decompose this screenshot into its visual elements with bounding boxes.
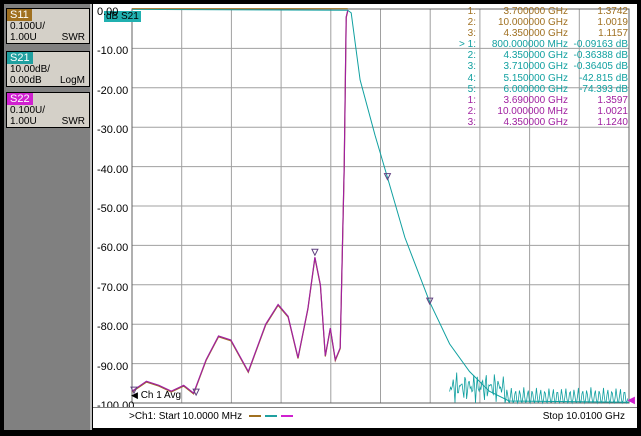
- y-tick-label: -80.00: [97, 321, 129, 334]
- marker-row-s11: 2: 10.000000 GHz 1.0019: [450, 17, 628, 28]
- marker-num: > 1:: [459, 39, 476, 51]
- marker-val: -42.815 dB: [579, 72, 628, 84]
- marker-row-s11: 3: 4.350000 GHz 1.1157: [450, 28, 628, 39]
- trace-box-s11[interactable]: S11 0.100U/ 1.00U SWR: [6, 8, 90, 44]
- trace-s11-line: [131, 11, 349, 395]
- y-tick-label: -30.00: [97, 124, 129, 137]
- trace-name-s21: S21: [7, 52, 33, 64]
- marker-row-s11: 1: 3.700000 GHz 1.3742: [450, 6, 628, 17]
- marker-row-s21: 4: 5.150000 GHz -42.815 dB: [450, 73, 628, 84]
- trace-format-s11: SWR: [61, 32, 85, 43]
- right-edge-marker-icon: ◀: [627, 395, 635, 406]
- y-tick-label: -70.00: [97, 281, 129, 294]
- y-tick-label: -20.00: [97, 84, 129, 97]
- start-freq[interactable]: >Ch1: Start 10.0000 MHz: [129, 411, 293, 422]
- trace-name-s22: S22: [7, 93, 33, 105]
- marker-row-s22: 2: 10.000000 MHz 1.0021: [450, 106, 628, 117]
- trace-s22-line: [131, 10, 349, 395]
- marker-freq: 800.000000 MHz: [491, 39, 568, 51]
- trace-panel: S11 0.100U/ 1.00U SWR S21 10.00dB/ 0.00dB…: [4, 4, 92, 430]
- status-bar: >Ch1: Start 10.0000 MHz Stop 10.0100 GHz: [93, 407, 637, 427]
- marker-num: 5:: [467, 83, 476, 95]
- y-tick-label: -10.00: [97, 45, 129, 58]
- plot-area[interactable]: dB S21 0.00 -10.00 -20.00 -30.00 -40.00 -50.0…: [93, 4, 637, 428]
- trace-format-s22: SWR: [61, 116, 85, 127]
- trace-s21-noise: [449, 372, 628, 405]
- marker-1-icon: [311, 248, 319, 257]
- avg-indicator: ◀ Ch 1 Avg: [131, 390, 181, 401]
- marker-freq: 10.000000 GHz: [497, 17, 568, 29]
- marker-row-s22: 3: 4.350000 GHz 1.1240: [450, 117, 628, 128]
- y-tick-label: -90.00: [97, 360, 129, 373]
- marker-val: 1.3742: [597, 6, 628, 17]
- marker-freq: 4.350000 GHz: [503, 116, 569, 128]
- trace-ref-s11: 1.00U: [10, 32, 37, 43]
- trace-scale-s22: 0.100U/: [10, 105, 46, 116]
- marker-val: 1.0019: [597, 17, 628, 29]
- marker-num: 2:: [467, 105, 476, 117]
- marker-val: -0.36405 dB: [573, 61, 629, 73]
- y-tick-label: -50.00: [97, 203, 129, 215]
- marker-freq: 3.700000 GHz: [503, 6, 569, 17]
- marker-num: 2:: [467, 50, 476, 62]
- analyzer-window: S11 0.100U/ 1.00U SWR S21 10.00dB/ 0.00dB…: [0, 0, 641, 436]
- trace-name-s11: S11: [7, 9, 32, 21]
- marker-num: 3:: [467, 61, 476, 73]
- marker-row-s21: 5: 6.000000 GHz -74.393 dB: [450, 84, 628, 95]
- marker-val: 1.0021: [597, 105, 628, 117]
- marker-freq: 3.710000 GHz: [503, 61, 569, 73]
- marker-freq: 4.350000 GHz: [503, 50, 569, 62]
- marker-freq: 5.150000 GHz: [503, 72, 569, 84]
- marker-num: 1:: [467, 6, 476, 17]
- marker-row-s21: > 1: 800.000000 MHz -0.09163 dB: [450, 39, 628, 50]
- marker-val: 1.1157: [598, 28, 628, 40]
- marker-readout: 1: 3.700000 GHz 1.3742 2: 10.000000 GHz 1.001…: [450, 6, 628, 128]
- trace-ref-s21: 0.00dB: [10, 75, 42, 86]
- marker-val: 1.3597: [597, 94, 628, 106]
- marker-row-s22: 1: 3.690000 GHz 1.3597: [450, 95, 628, 106]
- y-tick-label: 0.00: [97, 6, 119, 18]
- trace-ref-s22: 1.00U: [10, 116, 37, 127]
- marker-num: 4:: [467, 72, 476, 84]
- trace-scale-s21: 10.00dB/: [10, 64, 51, 75]
- trace-format-s21: LogM: [59, 75, 85, 86]
- marker-num: 2:: [467, 17, 476, 29]
- trace-box-s21[interactable]: S21 10.00dB/ 0.00dB LogM: [6, 51, 90, 87]
- trace-legend-icon: [248, 411, 293, 422]
- marker-val: -74.393 dB: [579, 83, 628, 95]
- marker-num: 1:: [467, 94, 476, 106]
- marker-row-s21: 2: 4.350000 GHz -0.36388 dB: [450, 50, 628, 61]
- marker-freq: 4.350000 GHz: [503, 28, 569, 40]
- marker-num: 3:: [467, 28, 476, 40]
- marker-val: 1.1240: [597, 116, 628, 128]
- trace-scale-s11: 0.100U/: [10, 21, 46, 32]
- marker-num: 3:: [467, 116, 476, 128]
- marker-freq: 3.690000 GHz: [503, 94, 569, 106]
- marker-val: -0.09163 dB: [573, 39, 629, 51]
- marker-row-s21: 3: 3.710000 GHz -0.36405 dB: [450, 61, 628, 72]
- y-tick-label: -60.00: [97, 242, 129, 255]
- y-tick-label: -40.00: [97, 163, 129, 176]
- marker-freq: 10.000000 MHz: [497, 105, 568, 117]
- avg-arrow-icon: ◀: [131, 390, 138, 400]
- marker-val: -0.36388 dB: [573, 50, 629, 62]
- avg-label: Ch 1 Avg: [140, 390, 182, 401]
- marker-freq: 6.000000 GHz: [503, 83, 569, 95]
- stop-freq[interactable]: Stop 10.0100 GHz: [543, 411, 625, 422]
- start-label: >Ch1: Start 10.0000 MHz: [129, 411, 243, 423]
- trace-box-s22[interactable]: S22 0.100U/ 1.00U SWR: [6, 92, 90, 128]
